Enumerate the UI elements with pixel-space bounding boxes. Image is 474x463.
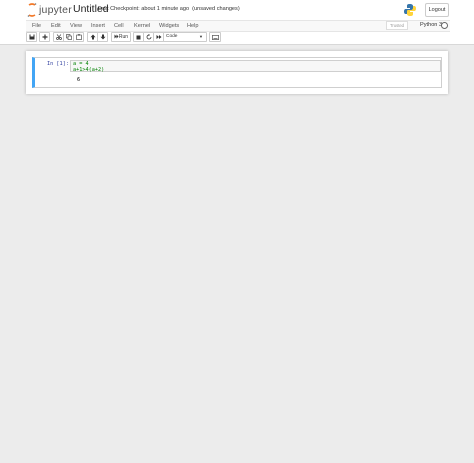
logout-button[interactable]: Logout: [425, 3, 449, 17]
checkpoint-status: Last Checkpoint: about 1 minute ago (unsa…: [98, 6, 240, 12]
save-button[interactable]: [26, 32, 37, 42]
move-up-icon: [90, 34, 95, 40]
menu-insert[interactable]: Insert: [91, 21, 105, 31]
add-cell-button[interactable]: [39, 32, 50, 42]
move-down-icon: [100, 34, 105, 40]
kernel-idle-icon: [441, 22, 448, 29]
command-palette-button[interactable]: [209, 32, 221, 42]
code-line: a+1>4(a+2): [73, 67, 105, 73]
run-label: Run: [118, 34, 129, 40]
cell-output: 6: [77, 77, 81, 83]
copy-icon: [65, 34, 72, 40]
paste-button[interactable]: [73, 32, 84, 42]
save-icon: [29, 34, 34, 40]
move-down-button[interactable]: [97, 32, 108, 42]
python-logo-icon: [404, 4, 416, 16]
logo-wordmark: jupyter: [39, 4, 72, 16]
input-prompt: In [1]:: [47, 61, 69, 67]
paste-icon: [75, 34, 82, 40]
menu-view[interactable]: View: [70, 21, 82, 31]
kernel-name[interactable]: Python 3: [420, 21, 442, 30]
code-editor[interactable]: a = 4 a+1>4(a+2): [70, 60, 441, 73]
stop-icon: [136, 35, 141, 39]
cell-type-select[interactable]: Code ▼: [163, 32, 207, 42]
keyboard-icon: [211, 34, 219, 40]
menu-file[interactable]: File: [32, 21, 41, 31]
notebook-container: In [1]: a = 4 a+1>4(a+2) 6: [26, 51, 448, 94]
chevron-down-icon: ▼: [199, 34, 203, 39]
menu-help[interactable]: Help: [187, 21, 199, 31]
jupyter-logo-icon: [27, 3, 37, 17]
checkpoint-text: Last Checkpoint: about 1 minute ago: [98, 6, 190, 12]
run-button[interactable]: Run: [111, 32, 131, 42]
unsaved-changes-text: (unsaved changes): [192, 6, 240, 12]
menu-widgets[interactable]: Widgets: [159, 21, 179, 31]
add-cell-icon: [42, 34, 47, 40]
cut-icon: [55, 34, 62, 40]
restart-icon: [146, 34, 151, 40]
fast-forward-icon: [156, 35, 161, 39]
menu-edit[interactable]: Edit: [51, 21, 61, 31]
trusted-indicator[interactable]: Trusted: [386, 21, 408, 30]
menu-kernel[interactable]: Kernel: [134, 21, 150, 31]
code-cell[interactable]: In [1]: a = 4 a+1>4(a+2) 6: [32, 57, 442, 88]
notebook-header: jupyter Untitled Last Checkpoint: about …: [0, 0, 474, 45]
menu-cell[interactable]: Cell: [114, 21, 124, 31]
cell-type-value: Code: [166, 34, 178, 39]
